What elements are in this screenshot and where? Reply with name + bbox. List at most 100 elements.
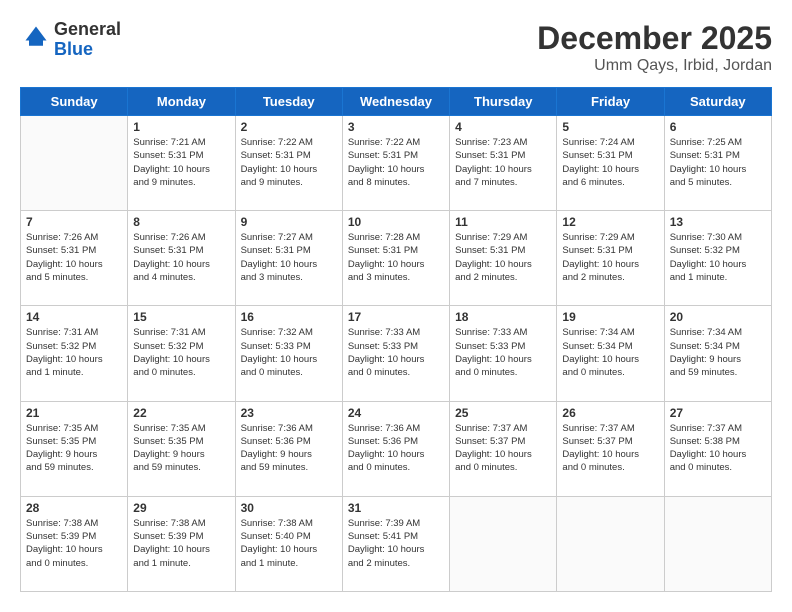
calendar-week-row: 28 Sunrise: 7:38 AM Sunset: 5:39 PM Dayli…	[21, 496, 772, 591]
calendar-cell: 25 Sunrise: 7:37 AM Sunset: 5:37 PM Dayli…	[450, 401, 557, 496]
calendar-cell: 21 Sunrise: 7:35 AM Sunset: 5:35 PM Dayli…	[21, 401, 128, 496]
day-number: 10	[348, 215, 444, 229]
calendar-cell: 3 Sunrise: 7:22 AM Sunset: 5:31 PM Daylig…	[342, 116, 449, 211]
day-number: 26	[562, 406, 658, 420]
logo-general-text: General	[54, 19, 121, 39]
day-info: Sunrise: 7:24 AM Sunset: 5:31 PM Dayligh…	[562, 136, 658, 189]
calendar-table: Sunday Monday Tuesday Wednesday Thursday…	[20, 87, 772, 592]
day-info: Sunrise: 7:30 AM Sunset: 5:32 PM Dayligh…	[670, 231, 766, 284]
day-number: 3	[348, 120, 444, 134]
calendar-cell: 30 Sunrise: 7:38 AM Sunset: 5:40 PM Dayli…	[235, 496, 342, 591]
day-info: Sunrise: 7:25 AM Sunset: 5:31 PM Dayligh…	[670, 136, 766, 189]
calendar-cell: 7Sunrise: 7:26 AM Sunset: 5:31 PM Daylig…	[21, 211, 128, 306]
day-info: Sunrise: 7:37 AM Sunset: 5:37 PM Dayligh…	[455, 422, 551, 475]
logo-icon	[22, 23, 50, 51]
day-number: 12	[562, 215, 658, 229]
day-info: Sunrise: 7:32 AM Sunset: 5:33 PM Dayligh…	[241, 326, 337, 379]
day-info: Sunrise: 7:28 AM Sunset: 5:31 PM Dayligh…	[348, 231, 444, 284]
calendar-cell: 18Sunrise: 7:33 AM Sunset: 5:33 PM Dayli…	[450, 306, 557, 401]
calendar-cell: 9 Sunrise: 7:27 AM Sunset: 5:31 PM Daylig…	[235, 211, 342, 306]
day-info: Sunrise: 7:27 AM Sunset: 5:31 PM Dayligh…	[241, 231, 337, 284]
day-number: 29	[133, 501, 229, 515]
calendar-cell: 31 Sunrise: 7:39 AM Sunset: 5:41 PM Dayli…	[342, 496, 449, 591]
day-info: Sunrise: 7:22 AM Sunset: 5:31 PM Dayligh…	[241, 136, 337, 189]
calendar-cell: 17Sunrise: 7:33 AM Sunset: 5:33 PM Dayli…	[342, 306, 449, 401]
day-info: Sunrise: 7:35 AM Sunset: 5:35 PM Dayligh…	[26, 422, 122, 475]
col-tuesday: Tuesday	[235, 88, 342, 116]
calendar-cell: 24 Sunrise: 7:36 AM Sunset: 5:36 PM Dayli…	[342, 401, 449, 496]
day-info: Sunrise: 7:29 AM Sunset: 5:31 PM Dayligh…	[455, 231, 551, 284]
day-number: 28	[26, 501, 122, 515]
calendar-cell: 14 Sunrise: 7:31 AM Sunset: 5:32 PM Dayli…	[21, 306, 128, 401]
calendar-cell: 22Sunrise: 7:35 AM Sunset: 5:35 PM Dayli…	[128, 401, 235, 496]
page: General Blue December 2025 Umm Qays, Irb…	[0, 0, 792, 612]
header: General Blue December 2025 Umm Qays, Irb…	[20, 20, 772, 75]
logo: General Blue	[20, 20, 121, 60]
day-info: Sunrise: 7:38 AM Sunset: 5:39 PM Dayligh…	[133, 517, 229, 570]
calendar-cell: 13 Sunrise: 7:30 AM Sunset: 5:32 PM Dayli…	[664, 211, 771, 306]
col-thursday: Thursday	[450, 88, 557, 116]
day-number: 24	[348, 406, 444, 420]
day-info: Sunrise: 7:34 AM Sunset: 5:34 PM Dayligh…	[562, 326, 658, 379]
calendar-cell: 10 Sunrise: 7:28 AM Sunset: 5:31 PM Dayli…	[342, 211, 449, 306]
col-saturday: Saturday	[664, 88, 771, 116]
calendar-cell: 5 Sunrise: 7:24 AM Sunset: 5:31 PM Daylig…	[557, 116, 664, 211]
day-info: Sunrise: 7:38 AM Sunset: 5:39 PM Dayligh…	[26, 517, 122, 570]
day-info: Sunrise: 7:23 AM Sunset: 5:31 PM Dayligh…	[455, 136, 551, 189]
day-info: Sunrise: 7:31 AM Sunset: 5:32 PM Dayligh…	[26, 326, 122, 379]
calendar-cell: 28 Sunrise: 7:38 AM Sunset: 5:39 PM Dayli…	[21, 496, 128, 591]
calendar-cell: 26Sunrise: 7:37 AM Sunset: 5:37 PM Dayli…	[557, 401, 664, 496]
day-info: Sunrise: 7:34 AM Sunset: 5:34 PM Dayligh…	[670, 326, 766, 379]
day-info: Sunrise: 7:22 AM Sunset: 5:31 PM Dayligh…	[348, 136, 444, 189]
calendar-cell	[21, 116, 128, 211]
day-info: Sunrise: 7:38 AM Sunset: 5:40 PM Dayligh…	[241, 517, 337, 570]
day-number: 14	[26, 310, 122, 324]
day-number: 25	[455, 406, 551, 420]
day-number: 8	[133, 215, 229, 229]
calendar-cell: 1Sunrise: 7:21 AM Sunset: 5:31 PM Daylig…	[128, 116, 235, 211]
day-number: 16	[241, 310, 337, 324]
col-wednesday: Wednesday	[342, 88, 449, 116]
day-number: 1	[133, 120, 229, 134]
calendar-cell: 15 Sunrise: 7:31 AM Sunset: 5:32 PM Dayli…	[128, 306, 235, 401]
col-sunday: Sunday	[21, 88, 128, 116]
day-number: 21	[26, 406, 122, 420]
day-number: 30	[241, 501, 337, 515]
day-info: Sunrise: 7:39 AM Sunset: 5:41 PM Dayligh…	[348, 517, 444, 570]
day-number: 2	[241, 120, 337, 134]
day-number: 31	[348, 501, 444, 515]
day-number: 11	[455, 215, 551, 229]
calendar-cell: 19Sunrise: 7:34 AM Sunset: 5:34 PM Dayli…	[557, 306, 664, 401]
day-number: 27	[670, 406, 766, 420]
title-block: December 2025 Umm Qays, Irbid, Jordan	[537, 20, 772, 75]
day-info: Sunrise: 7:29 AM Sunset: 5:31 PM Dayligh…	[562, 231, 658, 284]
col-monday: Monday	[128, 88, 235, 116]
day-info: Sunrise: 7:26 AM Sunset: 5:31 PM Dayligh…	[26, 231, 122, 284]
day-info: Sunrise: 7:31 AM Sunset: 5:32 PM Dayligh…	[133, 326, 229, 379]
calendar-cell	[557, 496, 664, 591]
location-subtitle: Umm Qays, Irbid, Jordan	[537, 57, 772, 75]
calendar-cell: 4Sunrise: 7:23 AM Sunset: 5:31 PM Daylig…	[450, 116, 557, 211]
day-info: Sunrise: 7:33 AM Sunset: 5:33 PM Dayligh…	[455, 326, 551, 379]
day-number: 13	[670, 215, 766, 229]
day-info: Sunrise: 7:36 AM Sunset: 5:36 PM Dayligh…	[241, 422, 337, 475]
day-number: 20	[670, 310, 766, 324]
calendar-cell: 27 Sunrise: 7:37 AM Sunset: 5:38 PM Dayli…	[664, 401, 771, 496]
weekday-header-row: Sunday Monday Tuesday Wednesday Thursday…	[21, 88, 772, 116]
calendar-week-row: 1Sunrise: 7:21 AM Sunset: 5:31 PM Daylig…	[21, 116, 772, 211]
day-info: Sunrise: 7:36 AM Sunset: 5:36 PM Dayligh…	[348, 422, 444, 475]
day-number: 15	[133, 310, 229, 324]
day-number: 22	[133, 406, 229, 420]
day-info: Sunrise: 7:37 AM Sunset: 5:38 PM Dayligh…	[670, 422, 766, 475]
month-title: December 2025	[537, 20, 772, 57]
calendar-cell	[450, 496, 557, 591]
calendar-cell: 2 Sunrise: 7:22 AM Sunset: 5:31 PM Daylig…	[235, 116, 342, 211]
calendar-cell: 29 Sunrise: 7:38 AM Sunset: 5:39 PM Dayli…	[128, 496, 235, 591]
calendar-cell	[664, 496, 771, 591]
day-number: 5	[562, 120, 658, 134]
col-friday: Friday	[557, 88, 664, 116]
calendar-cell: 20 Sunrise: 7:34 AM Sunset: 5:34 PM Dayli…	[664, 306, 771, 401]
calendar-cell: 11 Sunrise: 7:29 AM Sunset: 5:31 PM Dayli…	[450, 211, 557, 306]
day-number: 9	[241, 215, 337, 229]
day-number: 17	[348, 310, 444, 324]
